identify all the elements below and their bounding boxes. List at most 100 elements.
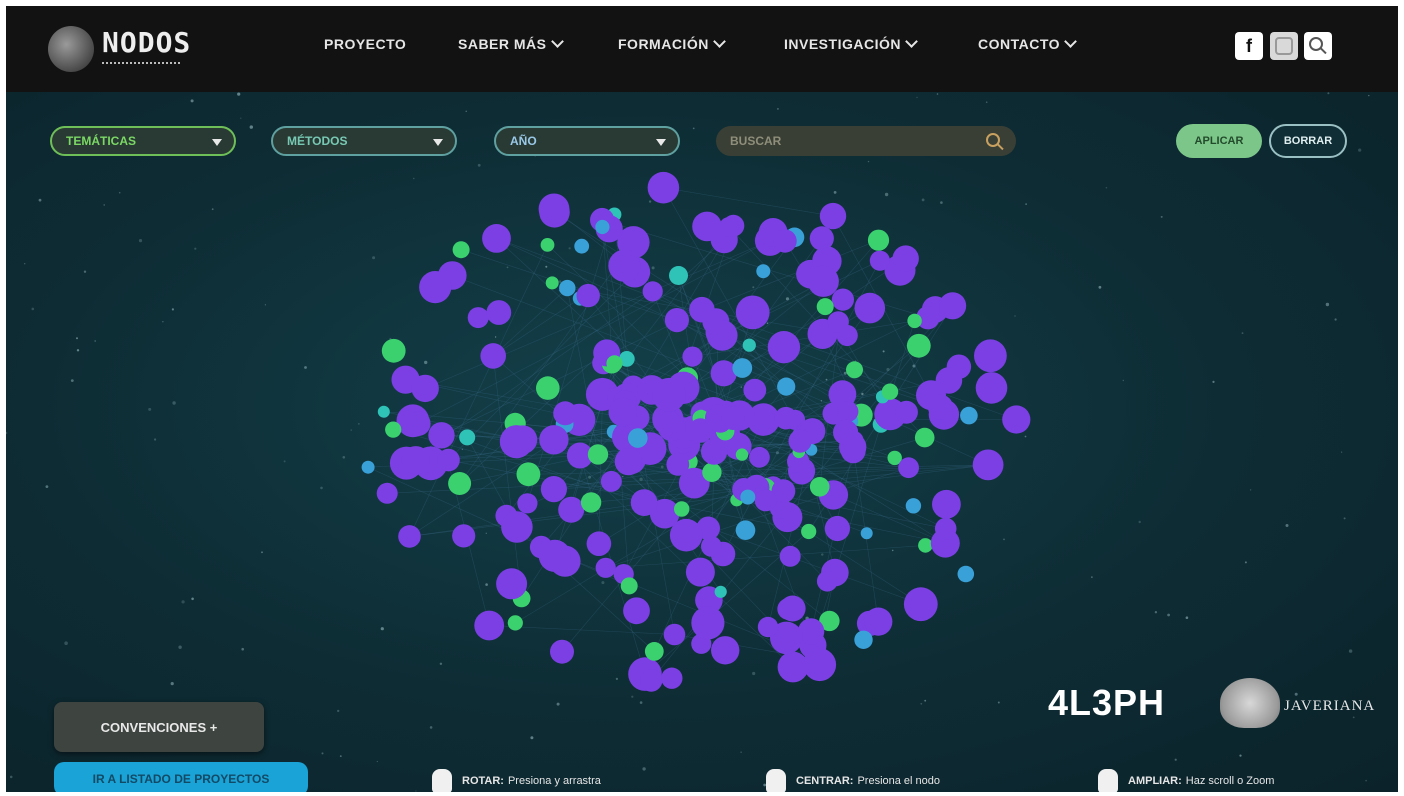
project-node[interactable] [864, 607, 893, 636]
theme-node[interactable] [536, 376, 560, 400]
method-node[interactable] [361, 460, 375, 474]
project-node[interactable] [816, 570, 838, 592]
project-node[interactable] [452, 524, 476, 548]
project-node[interactable] [869, 250, 891, 271]
project-node[interactable] [777, 651, 809, 683]
network-visualization[interactable]: TEMÁTICAS MÉTODOS AÑO BUSCAR APLICAR BOR… [6, 92, 1398, 792]
project-node[interactable] [711, 636, 740, 665]
method-node[interactable] [559, 279, 576, 297]
project-node[interactable] [837, 401, 859, 422]
project-node[interactable] [898, 457, 919, 479]
theme-node[interactable] [881, 383, 899, 400]
theme-node[interactable] [846, 361, 863, 379]
method-node[interactable] [732, 358, 753, 378]
method-node[interactable] [960, 406, 978, 425]
theme-node[interactable] [816, 298, 834, 316]
project-node[interactable] [467, 307, 489, 329]
project-node[interactable] [669, 518, 703, 552]
project-node[interactable] [692, 211, 722, 242]
metodos-dropdown[interactable]: MÉTODOS [271, 126, 457, 156]
project-node[interactable] [428, 422, 455, 449]
project-node[interactable] [482, 224, 511, 253]
convenciones-button[interactable]: CONVENCIONES + [54, 702, 264, 752]
project-node[interactable] [501, 511, 533, 543]
project-node[interactable] [705, 319, 732, 346]
project-node[interactable] [685, 557, 715, 587]
project-node[interactable] [701, 536, 722, 557]
project-node[interactable] [932, 489, 961, 519]
theme-node[interactable] [381, 338, 406, 363]
project-node[interactable] [480, 343, 507, 369]
project-node[interactable] [809, 226, 834, 251]
project-node[interactable] [640, 669, 663, 692]
nav-proyecto[interactable]: PROYECTO [324, 36, 406, 52]
method-node[interactable] [957, 565, 975, 583]
theme-node[interactable] [867, 229, 890, 251]
theme-node[interactable] [587, 444, 609, 465]
project-node[interactable] [719, 217, 740, 237]
project-node[interactable] [558, 496, 585, 523]
project-node[interactable] [833, 419, 859, 445]
project-node[interactable] [710, 360, 737, 387]
theme-node[interactable] [644, 642, 664, 661]
method-node[interactable] [595, 219, 610, 235]
project-node[interactable] [689, 296, 715, 323]
tematicas-dropdown[interactable]: TEMÁTICAS [50, 126, 236, 156]
project-node[interactable] [642, 281, 663, 302]
project-node[interactable] [608, 249, 641, 282]
project-node[interactable] [974, 339, 1007, 373]
theme-node[interactable] [507, 615, 523, 631]
project-node[interactable] [401, 446, 430, 475]
search-input[interactable]: BUSCAR [716, 126, 1016, 156]
project-node[interactable] [894, 400, 918, 424]
project-node[interactable] [614, 447, 643, 476]
project-node[interactable] [517, 493, 538, 514]
facebook-icon[interactable]: f [1235, 32, 1263, 60]
project-node[interactable] [576, 283, 600, 308]
theme-node[interactable] [918, 538, 933, 553]
theme-node[interactable] [907, 313, 922, 329]
project-node[interactable] [398, 525, 421, 548]
project-node[interactable] [474, 610, 505, 641]
project-node[interactable] [892, 245, 919, 272]
year-node[interactable] [669, 266, 688, 285]
method-node[interactable] [854, 630, 873, 649]
project-node[interactable] [664, 308, 690, 333]
listado-proyectos-button[interactable]: IR A LISTADO DE PROYECTOS [54, 762, 308, 792]
theme-node[interactable] [385, 421, 402, 438]
project-node[interactable] [550, 639, 574, 664]
year-node[interactable] [742, 338, 756, 352]
project-node[interactable] [586, 531, 612, 556]
project-node[interactable] [735, 295, 770, 330]
project-node[interactable] [682, 346, 703, 367]
theme-node[interactable] [620, 577, 638, 595]
project-node[interactable] [807, 265, 839, 297]
instagram-icon[interactable] [1270, 32, 1298, 60]
project-node[interactable] [666, 453, 690, 476]
project-node[interactable] [935, 367, 963, 394]
method-node[interactable] [628, 428, 648, 448]
aplicar-button[interactable]: APLICAR [1176, 124, 1262, 158]
project-node[interactable] [595, 557, 616, 578]
theme-node[interactable] [906, 333, 931, 358]
search-icon[interactable] [1304, 32, 1332, 60]
theme-node[interactable] [448, 472, 472, 495]
theme-node[interactable] [674, 501, 690, 517]
ano-dropdown[interactable]: AÑO [494, 126, 680, 156]
project-node[interactable] [749, 446, 770, 468]
project-node[interactable] [903, 587, 938, 622]
project-node[interactable] [608, 397, 638, 427]
method-node[interactable] [905, 498, 922, 514]
theme-node[interactable] [801, 523, 817, 540]
project-node[interactable] [774, 406, 798, 430]
project-node[interactable] [767, 331, 801, 364]
project-node[interactable] [652, 377, 686, 412]
nav-formacion[interactable]: FORMACIÓN [618, 35, 726, 52]
project-node[interactable] [927, 394, 954, 420]
year-node[interactable] [377, 405, 390, 418]
project-node[interactable] [647, 171, 680, 204]
theme-node[interactable] [540, 238, 555, 252]
project-node[interactable] [700, 438, 728, 465]
nav-investigacion[interactable]: INVESTIGACIÓN [784, 35, 918, 52]
project-node[interactable] [538, 193, 570, 225]
